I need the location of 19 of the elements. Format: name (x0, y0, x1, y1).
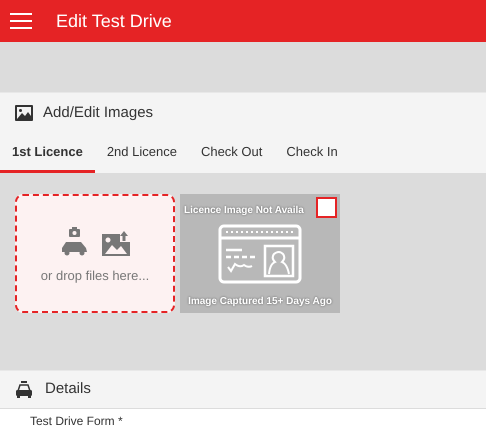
page-title: Edit Test Drive (56, 10, 172, 32)
licence-card-icon (218, 224, 302, 284)
image-icon (15, 105, 33, 121)
panel-title: Details (45, 379, 91, 400)
tab[interactable]: 2nd Licence (94, 133, 189, 173)
tab[interactable]: 1st Licence (0, 133, 95, 173)
tab[interactable]: Check Out (188, 133, 274, 173)
tab[interactable]: Check In (274, 133, 350, 173)
camera-car-icon (60, 226, 88, 256)
image-caption: Image Captured 15+ Days Ago (188, 295, 332, 309)
drop-hint: or drop files here... (40, 266, 150, 285)
select-checkbox[interactable] (316, 197, 337, 218)
image-upload-icon (102, 230, 130, 256)
image-caption: Licence Image Not Availa (183, 204, 304, 218)
field-label: Test Drive Form * (30, 413, 123, 429)
menu-icon[interactable] (10, 13, 32, 29)
taxi-icon (15, 380, 33, 398)
drop-zone[interactable]: or drop files here... (15, 194, 175, 313)
panel-title: Add/Edit Images (43, 102, 154, 123)
